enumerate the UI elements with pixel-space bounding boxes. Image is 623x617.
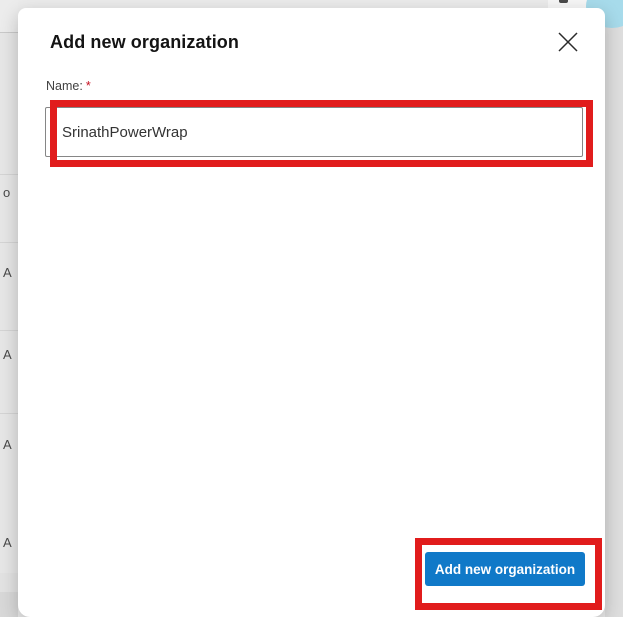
row-divider (0, 242, 18, 243)
partial-header-icon (559, 0, 568, 3)
organization-name-input[interactable] (45, 107, 583, 157)
background-cell-text: o (3, 185, 11, 200)
background-header-band (18, 0, 558, 8)
background-cell-text: A (3, 347, 12, 362)
background-strip-band (0, 573, 18, 592)
row-divider (0, 413, 18, 414)
close-icon (558, 32, 578, 52)
page: o A A A A Add new organization Name:* Ad… (0, 0, 623, 617)
add-organization-button[interactable]: Add new organization (425, 552, 585, 586)
name-label-text: Name: (46, 79, 83, 93)
row-divider (0, 174, 18, 175)
background-right-strip (605, 0, 623, 617)
required-asterisk: * (85, 79, 91, 93)
background-cell-text: A (3, 437, 12, 452)
background-strip-band (0, 592, 18, 617)
background-table-strip (0, 0, 18, 617)
background-cell-text: A (3, 265, 12, 280)
row-divider (0, 330, 18, 331)
close-button[interactable] (555, 29, 581, 55)
name-label: Name: * (46, 79, 91, 93)
background-table-header (0, 0, 18, 33)
add-organization-dialog: Add new organization Name:* Add new orga… (18, 8, 605, 617)
dialog-title: Add new organization (50, 32, 239, 52)
background-cell-text: A (3, 535, 12, 550)
